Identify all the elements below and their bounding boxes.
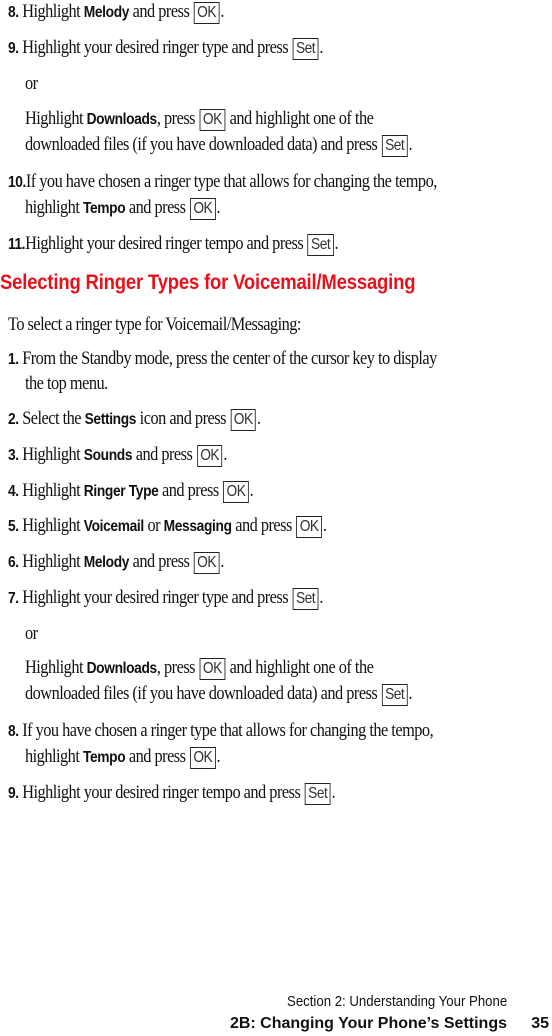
footer-chapter: 2B: Changing Your Phone’s Settings <box>229 1015 507 1032</box>
step-8-line2: highlight Tempo and press OK. <box>25 746 221 769</box>
set-key: Set <box>381 135 408 157</box>
step-11: 11.Highlight your desired ringer tempo a… <box>8 233 339 256</box>
step-6: 6. Highlight Melody and press OK. <box>8 551 224 574</box>
ok-key: OK <box>189 198 216 220</box>
step-7: 7. Highlight your desired ringer type an… <box>8 587 323 610</box>
set-key: Set <box>292 588 319 610</box>
step-1: 1. From the Standby mode, press the cent… <box>8 348 437 369</box>
section-heading: Selecting Ringer Types for Voicemail/Mes… <box>0 271 416 294</box>
alt-step-line1: Highlight Downloads, press OK and highli… <box>25 657 374 680</box>
alt-step-line2: downloaded files (if you have downloaded… <box>25 683 413 706</box>
or-text: or <box>25 623 38 644</box>
step-8: 8. If you have chosen a ringer type that… <box>8 720 434 741</box>
ok-key: OK <box>230 409 257 431</box>
page-number: 35 <box>531 1015 549 1032</box>
ok-key: OK <box>193 552 220 574</box>
set-key: Set <box>307 234 334 256</box>
step-10-line2: highlight Tempo and press OK. <box>25 197 221 220</box>
intro-text: To select a ringer type for Voicemail/Me… <box>8 314 301 335</box>
alt-step-line1: Highlight Downloads, press OK and highli… <box>25 108 374 131</box>
step-1-line2: the top menu. <box>25 373 108 394</box>
ok-key: OK <box>223 481 249 503</box>
set-key: Set <box>292 38 319 60</box>
ok-key: OK <box>193 2 220 24</box>
step-5: 5. Highlight Voicemail or Messaging and … <box>8 515 327 538</box>
ok-key: OK <box>296 516 322 538</box>
ok-key: OK <box>189 747 216 769</box>
set-key: Set <box>381 684 408 706</box>
step-9: 9. Highlight your desired ringer type an… <box>8 37 323 60</box>
step-10: 10.If you have chosen a ringer type that… <box>8 171 437 192</box>
alt-step-line2: downloaded files (if you have downloaded… <box>25 134 413 157</box>
step-2: 2. Select the Settings icon and press OK… <box>8 408 261 431</box>
step-8: 8. Highlight Melody and press OK. <box>8 1 224 24</box>
or-text: or <box>25 73 38 94</box>
step-9: 9. Highlight your desired ringer tempo a… <box>8 782 336 805</box>
footer-section: Section 2: Understanding Your Phone <box>286 993 507 1010</box>
ok-key: OK <box>199 109 226 131</box>
ok-key: OK <box>196 445 223 467</box>
set-key: Set <box>304 783 331 805</box>
step-3: 3. Highlight Sounds and press OK. <box>8 444 227 467</box>
ok-key: OK <box>199 658 226 680</box>
step-4: 4. Highlight Ringer Type and press OK. <box>8 480 254 503</box>
